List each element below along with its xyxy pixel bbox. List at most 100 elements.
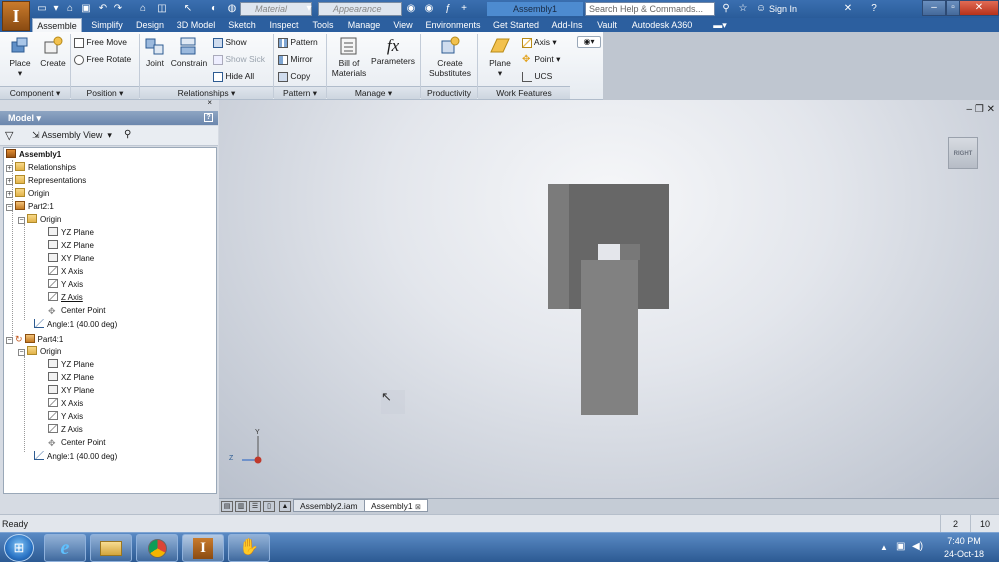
constrain-button[interactable]: Constrain (170, 36, 208, 76)
tab-simplify[interactable]: Simplify (84, 18, 130, 32)
tab-assembly1[interactable]: Assembly1 ⊠ (364, 499, 428, 512)
redo-icon[interactable]: ↷ (112, 3, 124, 15)
tree-node-y-axis[interactable]: Y Axis (48, 411, 83, 423)
create-button[interactable]: Create (38, 36, 68, 84)
manage-group-label[interactable]: Manage ▾ (327, 86, 420, 99)
tree-node-yz-plane[interactable]: YZ Plane (48, 359, 94, 371)
bill-of-materials-button[interactable]: Bill of Materials (329, 36, 369, 84)
taskbar-ie[interactable]: e (44, 534, 86, 562)
binoculars-icon[interactable]: ⚲ (720, 3, 732, 15)
tree-node-origin[interactable]: − Origin (18, 346, 61, 358)
tree-node-xy-plane[interactable]: XY Plane (48, 253, 94, 265)
ucs-button[interactable]: UCS (522, 71, 552, 83)
tab-sketch[interactable]: Sketch (224, 18, 260, 32)
plane-button[interactable]: Plane ▾ (484, 36, 516, 84)
taskbar-chrome[interactable] (136, 534, 178, 562)
tree-node-z-axis[interactable]: Z Axis (48, 292, 83, 304)
close-icon[interactable]: ⊠ (415, 504, 421, 511)
tree-node-xy-plane[interactable]: XY Plane (48, 385, 94, 397)
pattern-button[interactable]: Pattern (278, 37, 318, 49)
minimize-button[interactable]: – (922, 0, 946, 16)
tray-expand-icon[interactable]: ▲ (880, 543, 888, 552)
tree-node-x-axis[interactable]: X Axis (48, 266, 83, 278)
tab-design[interactable]: Design (132, 18, 168, 32)
save-icon[interactable]: ▣ (80, 3, 92, 15)
tree-node-center-point[interactable]: ✥ Center Point (48, 305, 105, 317)
tree-node-yz-plane[interactable]: YZ Plane (48, 227, 94, 239)
help-icon[interactable]: ? (204, 113, 213, 122)
split-icon[interactable]: ▯ (263, 501, 275, 512)
free-rotate-button[interactable]: Free Rotate (74, 54, 131, 66)
browser-header[interactable]: Model ▾ ? (0, 111, 218, 125)
help-icon[interactable]: ? (868, 3, 880, 15)
tree-node-xz-plane[interactable]: XZ Plane (48, 372, 94, 384)
restore-icon[interactable]: ❐ (975, 104, 984, 115)
find-icon[interactable]: ⚲ (124, 129, 131, 140)
tree-node-center-point[interactable]: ✥ Center Point (48, 437, 105, 449)
close-icon[interactable]: × (207, 98, 212, 107)
tree-node-origin[interactable]: + Origin (6, 188, 49, 200)
tab-get-started[interactable]: Get Started (488, 18, 544, 32)
maximize-button[interactable]: ▫ (946, 0, 960, 16)
network-icon[interactable]: ▣ (896, 541, 905, 552)
taskbar-explorer[interactable] (90, 534, 132, 562)
volume-icon[interactable]: ◀) (912, 541, 923, 552)
undo-icon[interactable]: ↶ (97, 3, 109, 15)
assembly-view-dropdown[interactable]: ⇲ Assembly View ▾ (32, 130, 112, 141)
close-icon[interactable]: ✕ (987, 104, 995, 115)
tab-autodesk-a360[interactable]: Autodesk A360 (626, 18, 698, 32)
taskbar-inventor[interactable]: I (182, 534, 224, 562)
material-dropdown[interactable]: Material (240, 2, 312, 16)
point-button[interactable]: ✥ Point ▾ (522, 54, 560, 66)
tree-node-relationships[interactable]: + Relationships (6, 162, 76, 174)
tab-assembly2[interactable]: Assembly2.iam (293, 499, 365, 512)
tree-node-part4[interactable]: − ↻ Part4:1 (6, 333, 63, 345)
position-group-label[interactable]: Position ▾ (71, 86, 139, 99)
tab-environments[interactable]: Environments (420, 18, 486, 32)
tree-node-angle-constraint[interactable]: Angle:1 (40.00 deg) (34, 319, 117, 331)
color-scheme-icon[interactable]: ◐ (208, 3, 220, 15)
parameters-button[interactable]: fx Parameters (370, 36, 416, 76)
tree-node-z-axis[interactable]: Z Axis (48, 424, 83, 436)
show-button[interactable]: Show (213, 37, 247, 49)
tab-assemble[interactable]: Assemble (32, 18, 82, 32)
viewcube[interactable]: RIGHT (948, 137, 978, 169)
clear-icon[interactable]: ◉ (423, 3, 435, 15)
minimize-icon[interactable]: – (967, 104, 973, 115)
globe-icon[interactable]: ◍ (226, 3, 238, 15)
user-icon[interactable]: ☺ (755, 3, 767, 15)
place-button[interactable]: Place ▾ (4, 36, 36, 84)
pattern-group-label[interactable]: Pattern ▾ (274, 86, 326, 99)
app-menu-button[interactable]: I (2, 1, 30, 31)
tab-3d-model[interactable]: 3D Model (170, 18, 222, 32)
tree-node-angle-constraint[interactable]: Angle:1 (40.00 deg) (34, 451, 117, 463)
sign-in-link[interactable]: Sign In (769, 3, 797, 15)
close-button[interactable]: ✕ (959, 0, 999, 16)
home-tab-icon[interactable]: ▲ (279, 501, 291, 512)
tab-vault[interactable]: Vault (590, 18, 624, 32)
panel-toggle-icon[interactable]: ▬▾ (710, 18, 730, 32)
tree-node-part2[interactable]: − Part2:1 (6, 201, 54, 213)
show-sick-button[interactable]: Show Sick (213, 54, 265, 66)
tree-node-representations[interactable]: + Representations (6, 175, 86, 187)
part4-body[interactable] (581, 260, 638, 415)
appearance-dropdown[interactable]: Appearance (318, 2, 402, 16)
component-group-label[interactable]: Component ▾ (0, 86, 70, 99)
tree-node-y-axis[interactable]: Y Axis (48, 279, 83, 291)
tree-node-assembly[interactable]: Assembly1 (6, 149, 61, 161)
select-icon[interactable]: ↖ (182, 3, 194, 15)
tile-icon[interactable]: ▤ (221, 501, 233, 512)
joint-button[interactable]: Joint (142, 36, 168, 76)
new-file-icon[interactable]: ▭ (36, 3, 48, 15)
home-icon[interactable]: ⌂ (137, 3, 149, 15)
tree-node-x-axis[interactable]: X Axis (48, 398, 83, 410)
filter-icon[interactable]: ▽ (5, 129, 13, 142)
tab-add-ins[interactable]: Add-Ins (546, 18, 588, 32)
tree-node-xz-plane[interactable]: XZ Plane (48, 240, 94, 252)
star-icon[interactable]: ☆ (737, 3, 749, 15)
axis-button[interactable]: Axis ▾ (522, 37, 557, 49)
fx-icon[interactable]: ƒ (442, 3, 454, 15)
arrange-icon[interactable]: ☰ (249, 501, 261, 512)
graphics-viewport[interactable]: ↖ Y Z (219, 100, 999, 498)
taskbar-app[interactable]: ✋ (228, 534, 270, 562)
